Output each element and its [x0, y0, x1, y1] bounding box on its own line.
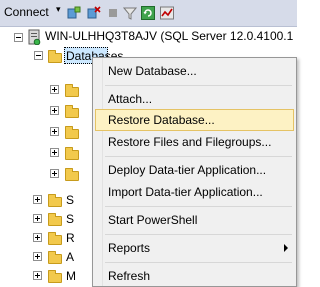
expand-toggle[interactable]	[50, 106, 59, 115]
expand-toggle[interactable]	[33, 271, 42, 280]
stop-icon[interactable]	[106, 6, 120, 20]
filter-icon[interactable]	[123, 6, 137, 20]
menu-item-label: Import Data-tier Application...	[108, 185, 263, 199]
expand-toggle[interactable]	[33, 195, 42, 204]
menu-item-label: Restore Database...	[108, 113, 215, 127]
folder-icon	[48, 194, 62, 207]
expand-toggle[interactable]	[50, 148, 59, 157]
menu-item-label: New Database...	[108, 64, 197, 78]
folder-icon	[48, 232, 62, 245]
folder-icon	[65, 105, 79, 118]
tree-node-label[interactable]: A	[66, 250, 74, 264]
menu-item-reports[interactable]: Reports	[95, 237, 294, 259]
submenu-arrow-icon	[284, 244, 288, 252]
menu-item-label: Deploy Data-tier Application...	[108, 163, 267, 177]
folder-icon	[65, 126, 79, 139]
object-explorer-toolbar: Connect ▾	[0, 0, 297, 27]
server-collapse-toggle[interactable]	[14, 33, 23, 42]
expand-toggle[interactable]	[33, 233, 42, 242]
menu-item-import-data-tier-application[interactable]: Import Data-tier Application...	[95, 181, 294, 203]
activity-monitor-icon[interactable]	[160, 6, 174, 20]
menu-item-refresh[interactable]: Refresh	[95, 265, 294, 287]
menu-item-label: Refresh	[108, 269, 151, 283]
tree-node-label[interactable]: S	[66, 212, 74, 226]
menu-item-start-powershell[interactable]: Start PowerShell	[95, 209, 294, 231]
expand-toggle[interactable]	[50, 169, 59, 178]
menu-separator	[105, 85, 292, 86]
expand-toggle[interactable]	[50, 85, 59, 94]
expand-toggle[interactable]	[50, 127, 59, 136]
menu-separator	[105, 262, 292, 263]
folder-icon	[65, 147, 79, 160]
menu-item-restore-files-and-filegroups[interactable]: Restore Files and Filegroups...	[95, 131, 294, 153]
refresh-icon[interactable]	[141, 6, 155, 20]
folder-icon	[48, 270, 62, 283]
menu-item-label: Reports	[108, 241, 151, 255]
folder-icon	[48, 213, 62, 226]
menu-item-label: Start PowerShell	[108, 213, 198, 227]
databases-folder-icon	[48, 50, 62, 63]
menu-item-label: Restore Files and Filegroups...	[108, 135, 272, 149]
menu-item-attach[interactable]: Attach...	[95, 88, 294, 110]
menu-item-label: Attach...	[108, 92, 153, 106]
menu-separator	[105, 206, 292, 207]
expand-toggle[interactable]	[33, 214, 42, 223]
server-node-label[interactable]: WIN-ULHHQ3T8AJV (SQL Server 12.0.4100.1 …	[45, 29, 297, 43]
folder-icon	[65, 84, 79, 97]
disconnect-icon[interactable]	[87, 6, 101, 20]
menu-separator	[105, 156, 292, 157]
menu-item-restore-database[interactable]: Restore Database...	[95, 109, 294, 131]
menu-separator	[105, 234, 292, 235]
databases-collapse-toggle[interactable]	[34, 51, 43, 60]
folder-icon	[65, 168, 79, 181]
connect-object-explorer-icon[interactable]	[67, 6, 81, 20]
menu-item-new-database[interactable]: New Database...	[95, 60, 294, 82]
databases-context-menu: New Database... Attach... Restore Databa…	[92, 57, 297, 287]
server-icon	[28, 29, 41, 45]
connect-dropdown-icon[interactable]: ▾	[56, 4, 61, 15]
expand-toggle[interactable]	[33, 252, 42, 261]
folder-icon	[48, 251, 62, 264]
tree-node-label[interactable]: R	[66, 231, 75, 245]
menu-item-deploy-data-tier-application[interactable]: Deploy Data-tier Application...	[95, 159, 294, 181]
tree-node-label[interactable]: M	[66, 269, 76, 283]
tree-node-label[interactable]: S	[66, 193, 74, 207]
connect-button[interactable]: Connect	[4, 5, 49, 19]
